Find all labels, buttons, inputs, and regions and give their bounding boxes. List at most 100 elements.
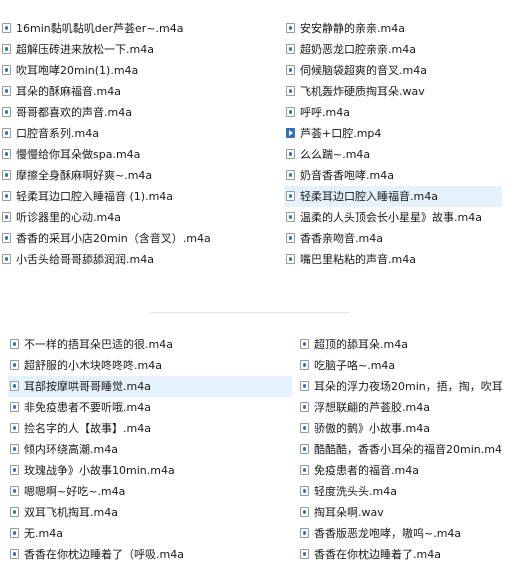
file-list-top-right: 安安静静的亲亲.m4a 超奶恶龙口腔亲亲.m4a 伺候脑袋超爽的音叉.m4a 飞机轰炸… [284, 18, 502, 270]
file-item[interactable]: 摩擦全身酥麻啊好爽~.m4a [0, 165, 240, 186]
audio-file-icon [2, 86, 11, 96]
file-item[interactable]: 温柔的人头顶会长小星星》故事.m4a [284, 207, 502, 228]
file-item[interactable]: 么么踹~.m4a [284, 144, 502, 165]
file-name: 安安静静的亲亲.m4a [300, 22, 405, 35]
file-item[interactable]: 超解压砖进来放松一下.m4a [0, 39, 240, 60]
file-name: 无.m4a [24, 527, 63, 540]
audio-file-icon [10, 423, 19, 433]
file-item[interactable]: 香香亲吻音.m4a [284, 228, 502, 249]
audio-file-icon [2, 233, 11, 243]
section-divider [150, 312, 350, 313]
file-item[interactable]: 口腔音系列.m4a [0, 123, 240, 144]
file-item[interactable]: 双耳飞机掏耳.m4a [8, 502, 292, 523]
file-item[interactable]: 酷酷酷，香香小耳朵的福音20min.m4 [298, 439, 508, 460]
file-name: 嗯嗯啊~好吃~.m4a [24, 485, 126, 498]
file-name: 摩擦全身酥麻啊好爽~.m4a [16, 169, 153, 182]
audio-file-icon [10, 360, 19, 370]
file-name: 香香亲吻音.m4a [300, 232, 383, 245]
file-item[interactable]: 小舌头给哥哥舔舔润润.m4a [0, 249, 240, 270]
file-name: 骄傲的鹅》小故事.m4a [314, 422, 430, 435]
file-name: 玫瑰战争》小故事10min.m4a [24, 464, 175, 477]
file-item[interactable]: 呼呼.m4a [284, 102, 502, 123]
file-item[interactable]: 不一样的捂耳朵巴适的很.m4a [8, 334, 292, 355]
file-name: 捡名字的人【故事】.m4a [24, 422, 151, 435]
audio-file-icon [2, 65, 11, 75]
file-name: 耳部按摩哄哥哥睡觉.m4a [24, 380, 151, 393]
file-item[interactable]: 超奶恶龙口腔亲亲.m4a [284, 39, 502, 60]
file-item[interactable]: 耳部按摩哄哥哥睡觉.m4a [8, 376, 292, 397]
file-name: 呼呼.m4a [300, 106, 350, 119]
file-item[interactable]: 香香版恶龙咆哮，嗷呜~.m4a [298, 523, 508, 544]
file-item[interactable]: 奶音香香咆哮.m4a [284, 165, 502, 186]
file-list-bottom-left: 不一样的捂耳朵巴适的很.m4a 超舒服的小木块咚咚咚.m4a 耳部按摩哄哥哥睡觉.m… [8, 334, 292, 565]
audio-file-icon [286, 23, 295, 33]
file-item[interactable]: 哥哥都喜欢的声音.m4a [0, 102, 240, 123]
file-item[interactable]: 香香在你枕边睡着了.m4a [298, 544, 508, 565]
audio-file-icon [286, 107, 295, 117]
audio-file-icon [2, 254, 11, 264]
video-file-icon [286, 128, 295, 138]
audio-file-icon [300, 423, 309, 433]
file-name: 轻柔耳边口腔入睡福音 (1).m4a [16, 190, 174, 203]
audio-file-icon [286, 65, 295, 75]
file-item[interactable]: 玫瑰战争》小故事10min.m4a [8, 460, 292, 481]
file-name: 么么踹~.m4a [300, 148, 371, 161]
file-item[interactable]: 芦荟+口腔.mp4 [284, 123, 502, 144]
file-name: 听诊器里的心动.m4a [16, 211, 121, 224]
file-item[interactable]: 倾内环绕高潮.m4a [8, 439, 292, 460]
audio-file-icon [10, 339, 19, 349]
file-item[interactable]: 耳朵的酥麻福音.m4a [0, 81, 240, 102]
audio-file-icon [300, 549, 309, 559]
file-item[interactable]: 耳朵的浮力夜场20min，捂，掏，吹耳 [298, 376, 508, 397]
file-name: 慢慢给你耳朵做spa.m4a [16, 148, 141, 161]
audio-file-icon [2, 107, 11, 117]
audio-file-icon [10, 507, 19, 517]
file-item[interactable]: 16min黏叽黏叽der芦荟er~.m4a [0, 18, 240, 39]
file-name: 吹耳咆哮20min(1).m4a [16, 64, 139, 77]
file-item[interactable]: 嗯嗯啊~好吃~.m4a [8, 481, 292, 502]
audio-file-icon [10, 528, 19, 538]
file-item[interactable]: 吃脑子咯~.m4a [298, 355, 508, 376]
file-item[interactable]: 超舒服的小木块咚咚咚.m4a [8, 355, 292, 376]
file-item[interactable]: 轻柔耳边口腔入睡福音 (1).m4a [0, 186, 240, 207]
file-name: 超解压砖进来放松一下.m4a [16, 43, 154, 56]
file-name: 小舌头给哥哥舔舔润润.m4a [16, 253, 154, 266]
file-name: 掏耳朵啊.wav [314, 506, 384, 519]
file-item[interactable]: 香香在你枕边睡着了（呼吸.m4a [8, 544, 292, 565]
audio-file-icon [286, 44, 295, 54]
file-item[interactable]: 伺候脑袋超爽的音叉.m4a [284, 60, 502, 81]
audio-file-icon [2, 191, 11, 201]
audio-file-icon [10, 402, 19, 412]
file-item[interactable]: 香香的采耳小店20min（含音叉）.m4a [0, 228, 240, 249]
audio-file-icon [2, 128, 11, 138]
file-item[interactable]: 超顶的舔耳朵.m4a [298, 334, 508, 355]
audio-file-icon [286, 86, 295, 96]
file-item[interactable]: 骄傲的鹅》小故事.m4a [298, 418, 508, 439]
file-item[interactable]: 浮想联翩的芦荟胶.m4a [298, 397, 508, 418]
file-item[interactable]: 吹耳咆哮20min(1).m4a [0, 60, 240, 81]
file-list-bottom-right: 超顶的舔耳朵.m4a 吃脑子咯~.m4a 耳朵的浮力夜场20min，捂，掏，吹耳 浮想… [298, 334, 508, 565]
file-item[interactable]: 轻度洗头头.m4a [298, 481, 508, 502]
file-name: 非免疫患者不要听哦.m4a [24, 401, 151, 414]
file-item[interactable]: 轻柔耳边口腔入睡福音.m4a [284, 186, 502, 207]
audio-file-icon [286, 254, 295, 264]
file-item[interactable]: 安安静静的亲亲.m4a [284, 18, 502, 39]
audio-file-icon [2, 23, 11, 33]
file-item[interactable]: 免疫患者的福音.m4a [298, 460, 508, 481]
audio-file-icon [300, 381, 309, 391]
file-name: 双耳飞机掏耳.m4a [24, 506, 118, 519]
file-item[interactable]: 慢慢给你耳朵做spa.m4a [0, 144, 240, 165]
file-item[interactable]: 非免疫患者不要听哦.m4a [8, 397, 292, 418]
file-item[interactable]: 嘴巴里粘粘的声音.m4a [284, 249, 502, 270]
file-item[interactable]: 掏耳朵啊.wav [298, 502, 508, 523]
file-item[interactable]: 听诊器里的心动.m4a [0, 207, 240, 228]
audio-file-icon [286, 191, 295, 201]
audio-file-icon [2, 170, 11, 180]
file-item[interactable]: 捡名字的人【故事】.m4a [8, 418, 292, 439]
audio-file-icon [10, 549, 19, 559]
audio-file-icon [2, 149, 11, 159]
file-item[interactable]: 无.m4a [8, 523, 292, 544]
file-name: 芦荟+口腔.mp4 [300, 127, 382, 140]
file-item[interactable]: 飞机轰炸硬质掏耳朵.wav [284, 81, 502, 102]
audio-file-icon [10, 486, 19, 496]
